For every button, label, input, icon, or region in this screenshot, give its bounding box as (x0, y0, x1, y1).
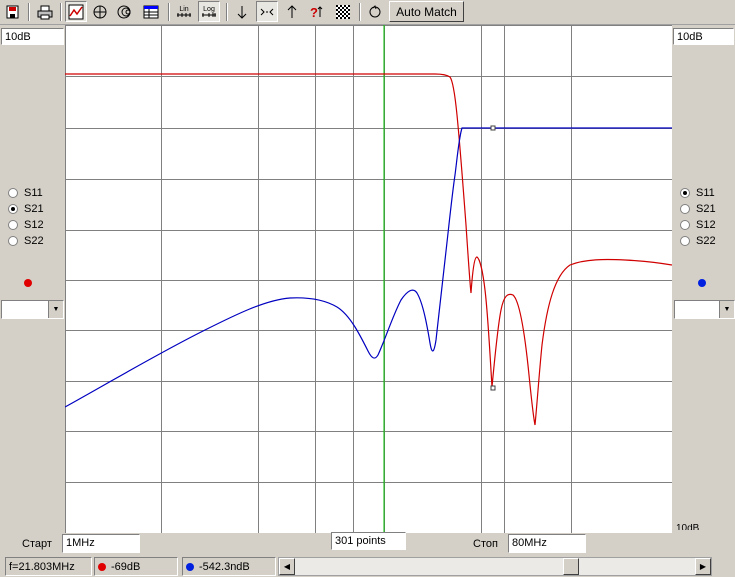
chart-rect-icon[interactable] (65, 1, 87, 22)
radio-label: S11 (696, 187, 715, 199)
radio-indicator[interactable] (8, 204, 18, 214)
scroll-thumb[interactable] (563, 558, 579, 575)
radio-label: S22 (696, 235, 716, 247)
radio-label: S12 (696, 219, 716, 231)
start-label: Старт (22, 538, 52, 550)
scroll-right-icon[interactable]: ▶ (695, 558, 711, 575)
status-frequency: f=21.803MHz (5, 557, 92, 576)
status-trace1-text: -69dB (111, 560, 141, 573)
right-bottom-scale-label: 10dB (676, 524, 700, 530)
right-radio-s21[interactable]: S21 (680, 201, 735, 217)
radio-indicator[interactable] (680, 204, 690, 214)
status-frequency-text: f=21.803MHz (9, 560, 75, 573)
scroll-left-icon[interactable]: ◀ (279, 558, 295, 575)
s21-trace (65, 73, 672, 426)
red-dot-icon (98, 562, 106, 571)
right-radio-s22[interactable]: S22 (680, 233, 735, 249)
radio-label: S22 (24, 235, 44, 247)
status-trace2: -542.3ndB (182, 557, 276, 576)
toolbar: Lin Log ? Auto Match (0, 0, 735, 25)
left-trace-color-dot (24, 279, 32, 287)
radio-indicator[interactable] (8, 220, 18, 230)
blue-trace-marker[interactable] (490, 125, 496, 131)
lin-scale-icon[interactable]: Lin (173, 1, 195, 22)
log-label: Log (203, 6, 215, 13)
right-scale-field[interactable]: 10dB (673, 28, 734, 45)
help-icon[interactable]: ? (306, 1, 328, 22)
right-radio-s11[interactable]: S11 (680, 185, 735, 201)
right-trace-select[interactable]: ▼ (674, 300, 735, 319)
blue-dot-icon (186, 562, 194, 571)
svg-text:?: ? (310, 5, 318, 20)
radio-label: S21 (696, 203, 716, 215)
lin-label: Lin (179, 6, 189, 13)
marker-up-icon[interactable] (281, 1, 303, 22)
radio-indicator[interactable] (680, 220, 690, 230)
left-scale-field[interactable]: 10dB (1, 28, 64, 45)
radio-label: S11 (24, 187, 43, 199)
radio-label: S21 (24, 203, 44, 215)
left-radio-s22[interactable]: S22 (8, 233, 68, 249)
points-field[interactable]: 301 points (331, 532, 406, 550)
left-radio-s12[interactable]: S12 (8, 217, 68, 233)
auto-match-button[interactable]: Auto Match (389, 1, 464, 22)
s-parameter-chart[interactable] (65, 25, 672, 533)
right-param-radios: S11 S21 S12 S22 (680, 185, 735, 249)
radio-indicator[interactable] (680, 188, 690, 198)
print-icon[interactable] (34, 1, 56, 22)
log-scale-icon[interactable]: Log (198, 1, 220, 22)
start-frequency-input[interactable]: 1MHz (62, 534, 140, 553)
red-trace-marker[interactable] (490, 385, 496, 391)
stop-label: Стоп (473, 538, 498, 550)
table-icon[interactable] (140, 1, 162, 22)
zoom-in-icon[interactable] (256, 1, 278, 22)
radio-indicator[interactable] (680, 236, 690, 246)
save-icon[interactable] (2, 1, 24, 22)
polar-grid-icon[interactable] (89, 1, 111, 22)
right-radio-s12[interactable]: S12 (680, 217, 735, 233)
status-trace2-text: -542.3ndB (199, 560, 250, 573)
reset-icon[interactable] (364, 1, 386, 22)
stop-frequency-input[interactable]: 80MHz (508, 534, 586, 553)
left-radio-s11[interactable]: S11 (8, 185, 68, 201)
chart-grid (65, 25, 672, 533)
right-trace-color-dot (698, 279, 706, 287)
dither-icon[interactable] (332, 1, 354, 22)
radio-indicator[interactable] (8, 236, 18, 246)
radio-label: S12 (24, 219, 44, 231)
left-radio-s21[interactable]: S21 (8, 201, 68, 217)
radio-indicator[interactable] (8, 188, 18, 198)
status-trace1: -69dB (94, 557, 178, 576)
chevron-down-icon[interactable]: ▼ (719, 301, 734, 318)
smith-chart-icon[interactable] (113, 1, 135, 22)
left-trace-select[interactable]: ▼ (1, 300, 64, 319)
horizontal-scrollbar[interactable]: ◀ ▶ (278, 557, 712, 576)
s11-trace (65, 127, 672, 408)
left-param-radios: S11 S21 S12 S22 (8, 185, 68, 249)
chevron-down-icon[interactable]: ▼ (48, 301, 63, 318)
marker-down-icon[interactable] (231, 1, 253, 22)
